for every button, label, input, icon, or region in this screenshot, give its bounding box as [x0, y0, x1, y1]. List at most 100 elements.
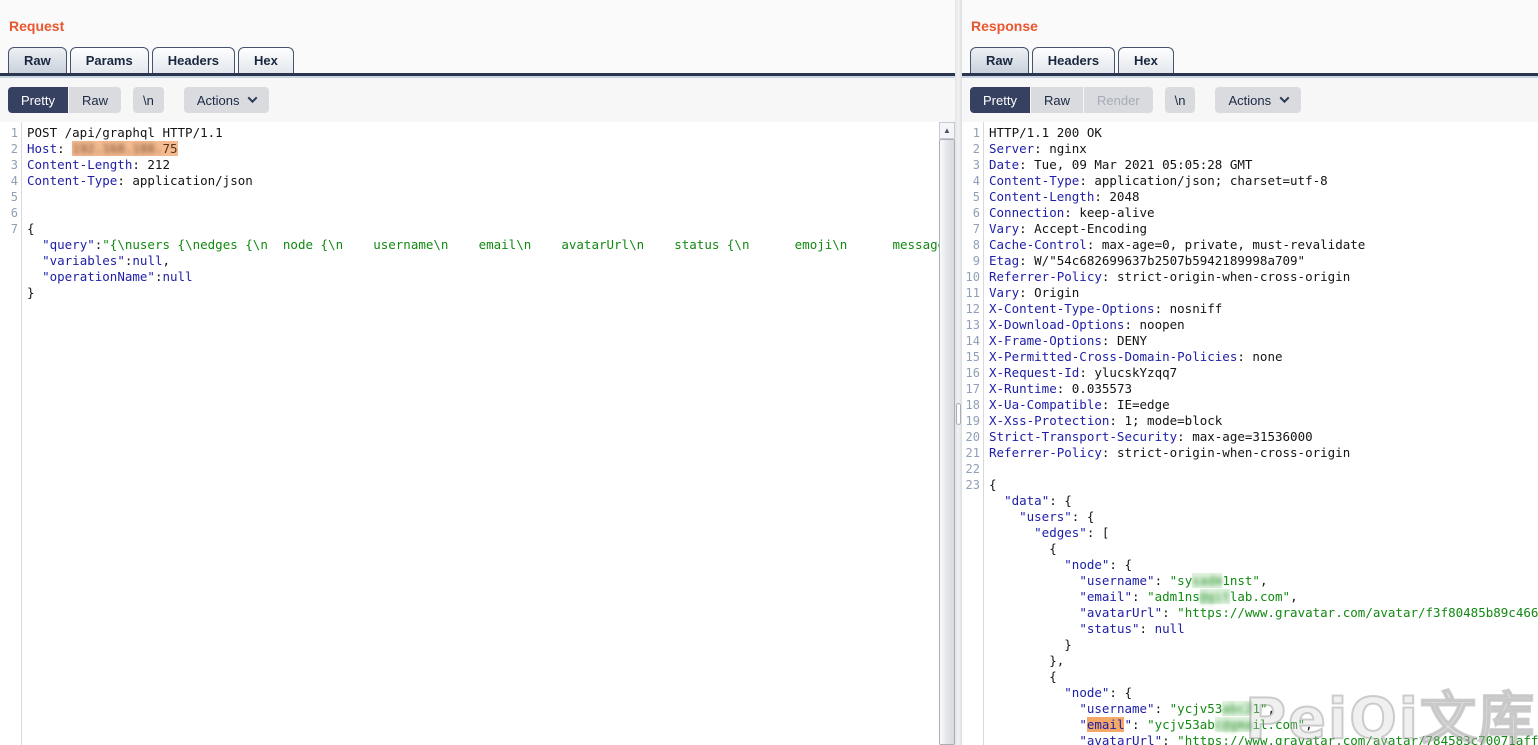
code-line: 13X-Download-Options: noopen: [962, 317, 1538, 333]
code-line: 15X-Permitted-Cross-Domain-Policies: non…: [962, 349, 1538, 365]
code-line: "email": "adm1ns@gitlab.com",: [962, 589, 1538, 605]
response-view-switch: Pretty Raw Render: [970, 87, 1153, 113]
response-view-raw[interactable]: Raw: [1031, 87, 1083, 113]
response-tab-raw[interactable]: Raw: [970, 47, 1029, 73]
line-number: [962, 541, 980, 557]
code-line: }: [962, 637, 1538, 653]
response-actions-label: Actions: [1228, 93, 1271, 108]
request-show-newlines-button[interactable]: \n: [133, 87, 164, 113]
line-number: 4: [0, 173, 18, 189]
line-number: 9: [962, 253, 980, 269]
line-number: [0, 285, 18, 301]
code-line: 19X-Xss-Protection: 1; mode=block: [962, 413, 1538, 429]
line-number: 23: [962, 477, 980, 493]
line-number: [962, 637, 980, 653]
request-editor[interactable]: 1POST /api/graphql HTTP/1.12Host: 192.16…: [0, 122, 955, 745]
response-title: Response: [971, 18, 1038, 34]
request-actions-button[interactable]: Actions: [184, 87, 270, 113]
line-number: 3: [0, 157, 18, 173]
line-number: 1: [0, 125, 18, 141]
code-line: 2Server: nginx: [962, 141, 1538, 157]
response-toolbar: Pretty Raw Render \n Actions: [962, 78, 1538, 122]
line-number: 18: [962, 397, 980, 413]
response-view-pretty[interactable]: Pretty: [970, 87, 1030, 113]
code-line: 14X-Frame-Options: DENY: [962, 333, 1538, 349]
response-actions-button[interactable]: Actions: [1215, 87, 1301, 113]
code-line: "edges": [: [962, 525, 1538, 541]
code-line: "avatarUrl": "https://www.gravatar.com/a…: [962, 733, 1538, 745]
code-line: 22: [962, 461, 1538, 477]
response-editor[interactable]: 1HTTP/1.1 200 OK2Server: nginx3Date: Tue…: [962, 122, 1538, 745]
line-number: [962, 525, 980, 541]
code-line: 4Content-Type: application/json: [0, 173, 955, 189]
request-view-pretty[interactable]: Pretty: [8, 87, 68, 113]
code-line: "email": "ycjv53abc@gmail.com",: [962, 717, 1538, 733]
code-line: 12X-Content-Type-Options: nosniff: [962, 301, 1538, 317]
request-tab-headers[interactable]: Headers: [152, 47, 235, 73]
scroll-up-icon[interactable]: ▲: [939, 122, 955, 139]
request-panel: Request Raw Params Headers Hex Pretty Ra…: [0, 0, 955, 745]
request-header: Request Raw Params Headers Hex: [0, 0, 955, 73]
line-number: 2: [0, 141, 18, 157]
line-number: 21: [962, 445, 980, 461]
line-number: [962, 493, 980, 509]
code-line: 2Host: 192.168.188.75: [0, 141, 955, 157]
request-tab-hex[interactable]: Hex: [238, 47, 294, 73]
code-line: 9Etag: W/"54c682699637b2507b5942189998a7…: [962, 253, 1538, 269]
line-number: 7: [0, 221, 18, 237]
code-line: "username": "ycjv53abc21",: [962, 701, 1538, 717]
response-tab-headers[interactable]: Headers: [1032, 47, 1115, 73]
code-line: "status": null: [962, 621, 1538, 637]
code-line: },: [962, 653, 1538, 669]
code-line: "node": {: [962, 685, 1538, 701]
line-number: 10: [962, 269, 980, 285]
code-line: 7Vary: Accept-Encoding: [962, 221, 1538, 237]
splitter-grip-icon[interactable]: [956, 403, 961, 425]
request-tab-raw[interactable]: Raw: [8, 47, 67, 73]
chevron-down-icon: [1280, 93, 1290, 103]
line-number: 6: [962, 205, 980, 221]
code-line: 17X-Runtime: 0.035573: [962, 381, 1538, 397]
request-view-switch: Pretty Raw: [8, 87, 121, 113]
burp-message-editor: Request Raw Params Headers Hex Pretty Ra…: [0, 0, 1538, 745]
request-tab-bar: Raw Params Headers Hex: [8, 47, 294, 73]
request-tab-params[interactable]: Params: [70, 47, 149, 73]
line-number: [962, 509, 980, 525]
line-number: 3: [962, 157, 980, 173]
response-show-newlines-button[interactable]: \n: [1165, 87, 1196, 113]
code-line: 10Referrer-Policy: strict-origin-when-cr…: [962, 269, 1538, 285]
request-actions-label: Actions: [197, 93, 240, 108]
request-scrollbar[interactable]: ▲: [939, 122, 955, 745]
code-line: "data": {: [962, 493, 1538, 509]
code-line: 3Content-Length: 212: [0, 157, 955, 173]
code-line: "node": {: [962, 557, 1538, 573]
code-line: 6: [0, 205, 955, 221]
line-number: 12: [962, 301, 980, 317]
request-scrollbar-thumb[interactable]: [939, 139, 955, 745]
code-line: {: [962, 669, 1538, 685]
response-view-render[interactable]: Render: [1084, 87, 1153, 113]
code-line: 5Content-Length: 2048: [962, 189, 1538, 205]
request-view-raw[interactable]: Raw: [69, 87, 121, 113]
code-line: "query":"{\nusers {\nedges {\n node {\n …: [0, 237, 955, 253]
code-line: 8Cache-Control: max-age=0, private, must…: [962, 237, 1538, 253]
line-number: [0, 237, 18, 253]
line-number: 13: [962, 317, 980, 333]
line-number: 22: [962, 461, 980, 477]
line-number: 8: [962, 237, 980, 253]
code-line: 23{: [962, 477, 1538, 493]
line-number: [962, 605, 980, 621]
line-number: [962, 733, 980, 745]
response-panel: Response Raw Headers Hex Pretty Raw Rend…: [962, 0, 1538, 745]
line-number: [962, 621, 980, 637]
line-number: 6: [0, 205, 18, 221]
line-number: 5: [0, 189, 18, 205]
line-number: 2: [962, 141, 980, 157]
panel-splitter[interactable]: [955, 0, 962, 745]
code-line: 1POST /api/graphql HTTP/1.1: [0, 125, 955, 141]
line-number: [962, 573, 980, 589]
line-number: 16: [962, 365, 980, 381]
code-line: 4Content-Type: application/json; charset…: [962, 173, 1538, 189]
response-tab-hex[interactable]: Hex: [1118, 47, 1174, 73]
line-number: [962, 685, 980, 701]
